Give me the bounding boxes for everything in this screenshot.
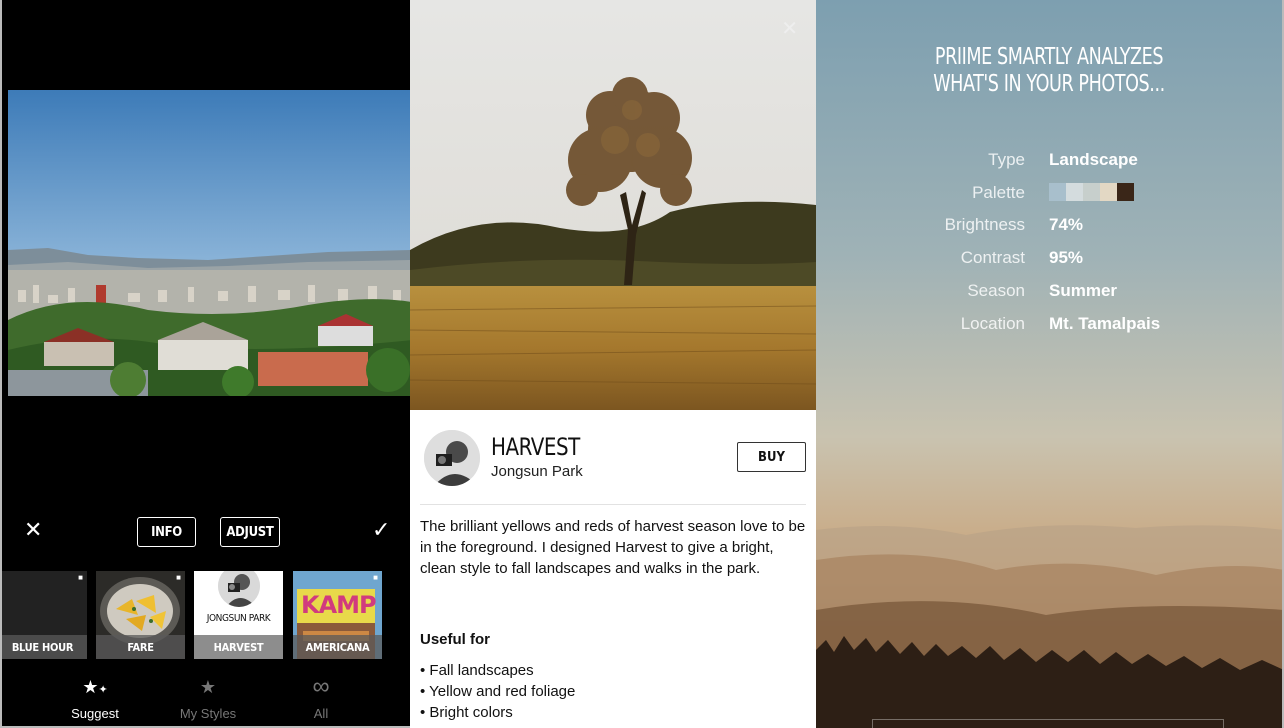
lock-icon: ■ xyxy=(78,573,83,582)
buy-button[interactable]: BUY xyxy=(737,442,806,472)
analysis-value: 74% xyxy=(1049,215,1084,234)
editor-panel: ✕ INFO ADJUST ✓ ■ BLUE HOUR ■ FARE JONGS… xyxy=(0,0,410,728)
analysis-row-season: Season Summer xyxy=(816,281,1282,311)
city-landscape-photo xyxy=(8,90,410,396)
person-with-camera-icon xyxy=(218,571,260,607)
list-item: • Fall landscapes xyxy=(420,662,534,679)
filter-label: BLUE HOUR xyxy=(2,635,87,659)
list-item: • Bright colors xyxy=(420,704,513,721)
author-avatar xyxy=(424,430,480,486)
filter-label: FARE xyxy=(96,635,185,659)
person-with-camera-icon xyxy=(424,430,480,486)
useful-for-list: • Fall landscapes • Yellow and red folia… xyxy=(420,660,575,723)
analysis-row-location: Location Mt. Tamalpais xyxy=(816,314,1282,344)
list-item: • Yellow and red foliage xyxy=(420,683,576,700)
sign-text: KAMP xyxy=(301,591,377,619)
harvest-hero-photo xyxy=(410,0,816,410)
infinity-icon: ∞ xyxy=(312,673,330,700)
author-avatar xyxy=(218,571,260,607)
adjust-button[interactable]: ADJUST xyxy=(220,517,280,547)
filter-label: HARVEST xyxy=(194,635,283,659)
nav-label: All xyxy=(313,706,329,721)
main-photo-preview[interactable] xyxy=(8,90,410,396)
nav-all[interactable]: ∞ All xyxy=(276,673,366,722)
bottom-button-outline[interactable] xyxy=(872,719,1224,728)
misty-mountains-photo xyxy=(816,0,1282,728)
analysis-value: Landscape xyxy=(1049,150,1138,169)
palette-swatch xyxy=(1049,183,1066,201)
analysis-row-contrast: Contrast 95% xyxy=(816,248,1282,278)
analysis-value: 95% xyxy=(1049,248,1084,267)
palette-swatch xyxy=(1100,183,1117,201)
analysis-key: Location xyxy=(960,314,1025,333)
filter-tile-fare[interactable]: ■ FARE xyxy=(96,571,185,659)
checkmark-icon[interactable]: ✓ xyxy=(372,519,390,541)
analysis-key: Brightness xyxy=(944,215,1025,234)
style-author: Jongsun Park xyxy=(491,463,583,480)
style-detail-panel: ✕ HARVEST Jongsun Park BUY The brilliant… xyxy=(410,0,816,728)
headline-line-1: PRIIME SMARTLY ANALYZES xyxy=(934,44,1164,70)
useful-for-heading: Useful for xyxy=(420,631,491,648)
author-name: JONGSUN PARK xyxy=(206,613,271,624)
analysis-key: Season xyxy=(967,281,1025,300)
star-icon: ★ xyxy=(199,677,217,697)
filter-tile-harvest-selected[interactable]: JONGSUN PARK HARVEST xyxy=(194,571,283,659)
analysis-row-type: Type Landscape xyxy=(816,150,1282,180)
filter-label: AMERICANA xyxy=(293,635,382,659)
analysis-value: Mt. Tamalpais xyxy=(1049,314,1161,333)
palette-swatch xyxy=(1066,183,1083,201)
filter-tile-americana[interactable]: KAMP ■ AMERICANA xyxy=(293,571,382,659)
cancel-icon[interactable]: ✕ xyxy=(24,519,42,541)
analysis-key: Contrast xyxy=(960,248,1025,267)
analysis-row-palette: Palette xyxy=(816,183,1282,213)
style-title: HARVEST xyxy=(491,433,580,461)
analysis-row-brightness: Brightness 74% xyxy=(816,215,1282,245)
nav-label: My Styles xyxy=(179,706,237,721)
lock-icon: ■ xyxy=(373,573,378,582)
nav-suggest[interactable]: ★✦ Suggest xyxy=(50,674,140,721)
info-button[interactable]: INFO xyxy=(137,517,196,547)
filter-tile-blue-hour[interactable]: ■ BLUE HOUR xyxy=(2,571,87,659)
headline-line-2: WHAT'S IN YOUR PHOTOS... xyxy=(933,71,1165,97)
analysis-value: Summer xyxy=(1049,281,1118,300)
divider xyxy=(420,504,806,505)
lock-icon: ■ xyxy=(176,573,181,582)
headline: PRIIME SMARTLY ANALYZES WHAT'S IN YOUR P… xyxy=(816,44,1282,98)
nav-label: Suggest xyxy=(71,706,119,721)
palette-swatch xyxy=(1083,183,1100,201)
analysis-panel: PRIIME SMARTLY ANALYZES WHAT'S IN YOUR P… xyxy=(816,0,1284,728)
palette-swatches xyxy=(1049,183,1134,201)
analysis-key: Palette xyxy=(972,183,1025,202)
analysis-key: Type xyxy=(988,150,1025,169)
style-description: The brilliant yellows and reds of harves… xyxy=(420,518,806,577)
palette-swatch xyxy=(1117,183,1134,201)
close-icon[interactable]: ✕ xyxy=(781,16,798,41)
nav-my-styles[interactable]: ★ My Styles xyxy=(163,674,253,721)
stars-icon: ★✦ xyxy=(82,677,108,697)
